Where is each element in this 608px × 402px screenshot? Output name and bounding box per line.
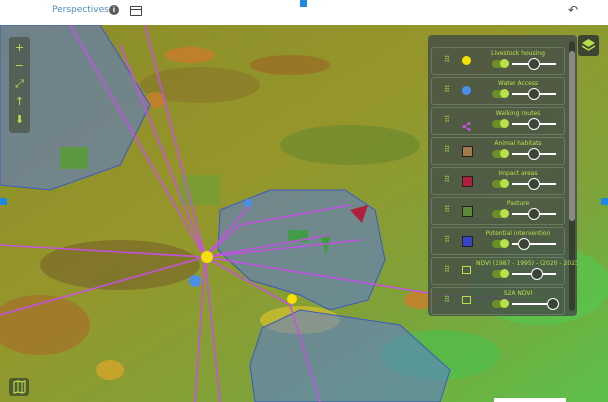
opacity-slider[interactable] — [512, 148, 556, 160]
opacity-slider-knob[interactable] — [527, 58, 540, 70]
opacity-slider-knob[interactable] — [527, 148, 540, 160]
drag-handle-icon[interactable]: ⠿ — [444, 295, 450, 304]
visibility-toggle[interactable] — [492, 299, 509, 308]
visibility-toggle[interactable] — [492, 179, 509, 188]
layer-label: Water Access — [497, 80, 539, 87]
opacity-slider[interactable] — [512, 58, 556, 70]
layer-label: Impact areas — [498, 170, 538, 177]
scroll-thumb[interactable] — [569, 51, 575, 221]
reset-north-button[interactable]: ↑ — [9, 93, 30, 111]
opacity-slider-knob[interactable] — [527, 88, 540, 100]
drag-handle-icon[interactable]: ⠿ — [444, 175, 450, 184]
raster-symbol-icon — [462, 296, 471, 304]
point-symbol-icon — [462, 56, 471, 65]
layer-row[interactable]: ⠿ Walking routes — [431, 107, 565, 135]
panel-scrollbar[interactable] — [569, 41, 575, 311]
layer-label: Livestock housing — [491, 50, 545, 57]
fit-extent-button[interactable]: ⤢ — [9, 75, 30, 93]
visibility-toggle[interactable] — [492, 209, 509, 218]
scale-bar — [494, 398, 566, 402]
layer-label: S2A NDVI — [503, 290, 533, 297]
opacity-slider-knob[interactable] — [527, 208, 540, 220]
drag-handle-icon[interactable]: ⠿ — [444, 85, 450, 94]
layer-row[interactable]: ⠿ Pasture — [431, 197, 565, 225]
layers-panel: ⠿ Livestock housing ⠿ Water Access ⠿ Walking … — [428, 35, 577, 316]
drag-handle-icon[interactable]: ⠿ — [444, 265, 450, 274]
opacity-slider-knob[interactable] — [527, 178, 540, 190]
layer-row[interactable]: ⠿ Livestock housing — [431, 47, 565, 75]
opacity-slider[interactable] — [512, 268, 556, 280]
layer-row[interactable]: ⠿ S2A NDVI — [431, 287, 565, 315]
layer-row[interactable]: ⠿ Animal habitats — [431, 137, 565, 165]
download-button[interactable]: ⬇ — [9, 111, 30, 129]
layer-label: Animal habitats — [494, 140, 542, 147]
drag-handle-icon[interactable]: ⠿ — [444, 235, 450, 244]
polygon-symbol-icon — [462, 206, 473, 217]
perspectives-link[interactable]: Perspectives — [52, 5, 109, 15]
zoom-in-button[interactable]: + — [9, 39, 30, 57]
layer-label: Walking routes — [495, 110, 541, 117]
layer-row[interactable]: ⠿ Water Access — [431, 77, 565, 105]
opacity-slider[interactable] — [512, 298, 559, 310]
drag-handle-icon[interactable]: ⠿ — [444, 55, 450, 64]
route-symbol-icon — [462, 116, 471, 131]
basemap-button[interactable] — [9, 378, 29, 396]
layer-label: Potential intervention — [485, 230, 551, 237]
opacity-slider[interactable] — [512, 88, 556, 100]
visibility-toggle[interactable] — [492, 239, 509, 248]
opacity-slider[interactable] — [512, 238, 556, 250]
resize-handle[interactable] — [300, 0, 307, 7]
resize-handle[interactable] — [0, 198, 7, 205]
layer-row[interactable]: ⠿ Impact areas — [431, 167, 565, 195]
opacity-slider-knob[interactable] — [527, 118, 540, 130]
zoom-controls: + − ⤢ ↑ ⬇ — [9, 37, 30, 133]
layers-icon — [581, 39, 596, 51]
zoom-out-button[interactable]: − — [9, 57, 30, 75]
visibility-toggle[interactable] — [492, 149, 509, 158]
undo-icon[interactable]: ↶ — [568, 3, 578, 17]
opacity-slider[interactable] — [512, 208, 556, 220]
resize-handle[interactable] — [601, 198, 608, 205]
polygon-symbol-icon — [462, 236, 473, 247]
info-icon[interactable]: i — [109, 5, 119, 15]
drag-handle-icon[interactable]: ⠿ — [444, 115, 450, 124]
point-symbol-icon — [462, 86, 471, 95]
visibility-toggle[interactable] — [492, 119, 509, 128]
panel-toggle-icon[interactable] — [130, 6, 142, 16]
visibility-toggle[interactable] — [492, 59, 509, 68]
opacity-slider[interactable] — [512, 118, 556, 130]
drag-handle-icon[interactable]: ⠿ — [444, 145, 450, 154]
raster-symbol-icon — [462, 266, 471, 274]
opacity-slider[interactable] — [512, 178, 556, 190]
polygon-symbol-icon — [462, 176, 473, 187]
map-icon — [13, 380, 26, 394]
visibility-toggle[interactable] — [492, 89, 509, 98]
polygon-symbol-icon — [462, 146, 473, 157]
opacity-slider-knob[interactable] — [518, 238, 530, 250]
opacity-slider-knob[interactable] — [546, 298, 559, 310]
drag-handle-icon[interactable]: ⠿ — [444, 205, 450, 214]
visibility-toggle[interactable] — [492, 269, 509, 278]
opacity-slider-knob[interactable] — [531, 268, 544, 280]
layer-label: NDVI (1987 - 1995) - (2020 - 2023) — [476, 260, 577, 267]
layer-label: Pasture — [506, 200, 530, 207]
layer-row[interactable]: ⠿ NDVI (1987 - 1995) - (2020 - 2023) — [431, 257, 577, 285]
layer-row[interactable]: ⠿ Potential intervention — [431, 227, 565, 255]
layers-button[interactable] — [578, 35, 599, 56]
